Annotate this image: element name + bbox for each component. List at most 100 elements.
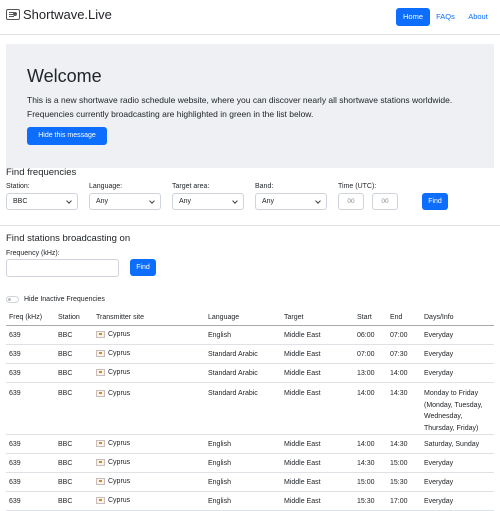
cell-days: Everyday bbox=[421, 363, 494, 383]
brand-link[interactable]: Shortwave.Live bbox=[6, 7, 112, 22]
cell-language: Standard Arabic bbox=[205, 382, 281, 435]
cyprus-flag-icon bbox=[96, 349, 105, 357]
site-name: Cyprus bbox=[108, 439, 131, 447]
nav-faqs[interactable]: FAQs bbox=[433, 8, 458, 26]
cell-start: 15:30 bbox=[354, 491, 387, 511]
cell-language: English bbox=[205, 472, 281, 492]
language-select[interactable]: Any bbox=[89, 193, 161, 210]
table-row: 639 BBC Cyprus English Middle East 14:00… bbox=[6, 434, 494, 454]
cell-language: English bbox=[205, 491, 281, 511]
hide-inactive-toggle[interactable] bbox=[6, 296, 19, 303]
target-area-select[interactable]: Any bbox=[172, 193, 244, 210]
header-start[interactable]: Start bbox=[354, 309, 387, 326]
welcome-text: This is a new shortwave radio schedule w… bbox=[27, 95, 453, 119]
welcome-title: Welcome bbox=[27, 66, 102, 86]
target-area-label: Target area: bbox=[172, 183, 210, 190]
cell-site: Cyprus bbox=[93, 434, 205, 454]
cell-station: BBC bbox=[55, 325, 93, 345]
cell-start: 06:00 bbox=[354, 325, 387, 345]
header-days-info[interactable]: Days/Info bbox=[421, 309, 494, 326]
nav-home[interactable]: Home bbox=[396, 8, 430, 26]
cell-site: Cyprus bbox=[93, 472, 205, 492]
frequency-label: Frequency (kHz): bbox=[6, 250, 60, 257]
cell-freq: 639 bbox=[6, 453, 55, 473]
radio-icon bbox=[6, 9, 20, 20]
cell-target: Middle East bbox=[281, 382, 354, 435]
cell-site: Cyprus bbox=[93, 491, 205, 511]
cell-end: 14:30 bbox=[387, 434, 421, 454]
station-label: Station: bbox=[6, 183, 30, 190]
cyprus-flag-icon bbox=[96, 477, 105, 485]
site-name: Cyprus bbox=[108, 477, 131, 485]
cell-end: 17:00 bbox=[387, 491, 421, 511]
table-row: 639 BBC Cyprus Standard Arabic Middle Ea… bbox=[6, 363, 494, 383]
time-from-input[interactable]: 00 bbox=[338, 193, 364, 210]
cell-days: Everyday bbox=[421, 472, 494, 492]
cell-freq: 639 bbox=[6, 491, 55, 511]
header-language[interactable]: Language bbox=[205, 309, 281, 326]
find-frequencies-heading: Find frequencies bbox=[6, 167, 77, 178]
cyprus-flag-icon bbox=[96, 390, 105, 398]
table-row: 639 BBC Cyprus Standard Arabic Middle Ea… bbox=[6, 382, 494, 435]
table-row: 639 BBC Cyprus Standard Arabic Middle Ea… bbox=[6, 344, 494, 364]
cell-end: 14:30 bbox=[387, 382, 421, 435]
table-row: 639 BBC Cyprus English Middle East 15:30… bbox=[6, 491, 494, 511]
cell-days: Everyday bbox=[421, 453, 494, 473]
cell-language: Standard Arabic bbox=[205, 344, 281, 364]
cell-station: BBC bbox=[55, 363, 93, 383]
cell-target: Middle East bbox=[281, 491, 354, 511]
cell-target: Middle East bbox=[281, 472, 354, 492]
cell-station: BBC bbox=[55, 491, 93, 511]
site-name: Cyprus bbox=[108, 390, 131, 397]
time-to-input[interactable]: 00 bbox=[372, 193, 398, 210]
find-stations-button[interactable]: Find bbox=[130, 259, 156, 276]
cyprus-flag-icon bbox=[96, 458, 105, 466]
navbar: Shortwave.Live Home FAQs About bbox=[0, 0, 500, 35]
time-label: Time (UTC): bbox=[338, 183, 377, 190]
language-label: Language: bbox=[89, 183, 123, 190]
band-select[interactable]: Any bbox=[255, 193, 327, 210]
cyprus-flag-icon bbox=[96, 368, 105, 376]
header-transmitter-site[interactable]: Transmitter site bbox=[93, 309, 205, 326]
cell-site: Cyprus bbox=[93, 382, 205, 435]
cell-start: 14:00 bbox=[354, 382, 387, 435]
cell-target: Middle East bbox=[281, 344, 354, 364]
hide-message-button[interactable]: Hide this message bbox=[27, 127, 107, 145]
cell-end: 15:30 bbox=[387, 472, 421, 492]
cell-days: Everyday bbox=[421, 325, 494, 345]
cell-days: Saturday, Sunday bbox=[421, 434, 494, 454]
site-name: Cyprus bbox=[108, 330, 131, 338]
table-row: 639 BBC Cyprus English Middle East 14:30… bbox=[6, 453, 494, 473]
cell-days: Monday to Friday (Monday, Tuesday, Wedne… bbox=[421, 382, 494, 435]
table-row: 639 BBC Cyprus English Middle East 15:00… bbox=[6, 472, 494, 492]
schedule-table: Freq (kHz) Station Transmitter site Lang… bbox=[6, 309, 494, 511]
cyprus-flag-icon bbox=[96, 496, 105, 504]
find-stations-heading: Find stations broadcasting on bbox=[6, 233, 131, 244]
cell-site: Cyprus bbox=[93, 453, 205, 473]
header-end[interactable]: End bbox=[387, 309, 421, 326]
section-divider bbox=[0, 225, 500, 226]
cyprus-flag-icon bbox=[96, 439, 105, 447]
find-frequencies-button[interactable]: Find bbox=[422, 193, 448, 210]
cell-start: 14:30 bbox=[354, 453, 387, 473]
cell-end: 07:00 bbox=[387, 325, 421, 345]
cell-site: Cyprus bbox=[93, 344, 205, 364]
cell-freq: 639 bbox=[6, 344, 55, 364]
frequency-input[interactable] bbox=[6, 259, 119, 277]
cell-station: BBC bbox=[55, 344, 93, 364]
cell-end: 15:00 bbox=[387, 453, 421, 473]
cell-end: 14:00 bbox=[387, 363, 421, 383]
cell-freq: 639 bbox=[6, 325, 55, 345]
cell-site: Cyprus bbox=[93, 363, 205, 383]
header-freq[interactable]: Freq (kHz) bbox=[6, 309, 55, 326]
header-target[interactable]: Target bbox=[281, 309, 354, 326]
cell-language: English bbox=[205, 325, 281, 345]
cell-start: 13:00 bbox=[354, 363, 387, 383]
header-station[interactable]: Station bbox=[55, 309, 93, 326]
station-select[interactable]: BBC bbox=[6, 193, 78, 210]
cell-freq: 639 bbox=[6, 434, 55, 454]
nav-about[interactable]: About bbox=[462, 8, 494, 26]
cell-start: 14:00 bbox=[354, 434, 387, 454]
cell-station: BBC bbox=[55, 453, 93, 473]
cell-freq: 639 bbox=[6, 472, 55, 492]
